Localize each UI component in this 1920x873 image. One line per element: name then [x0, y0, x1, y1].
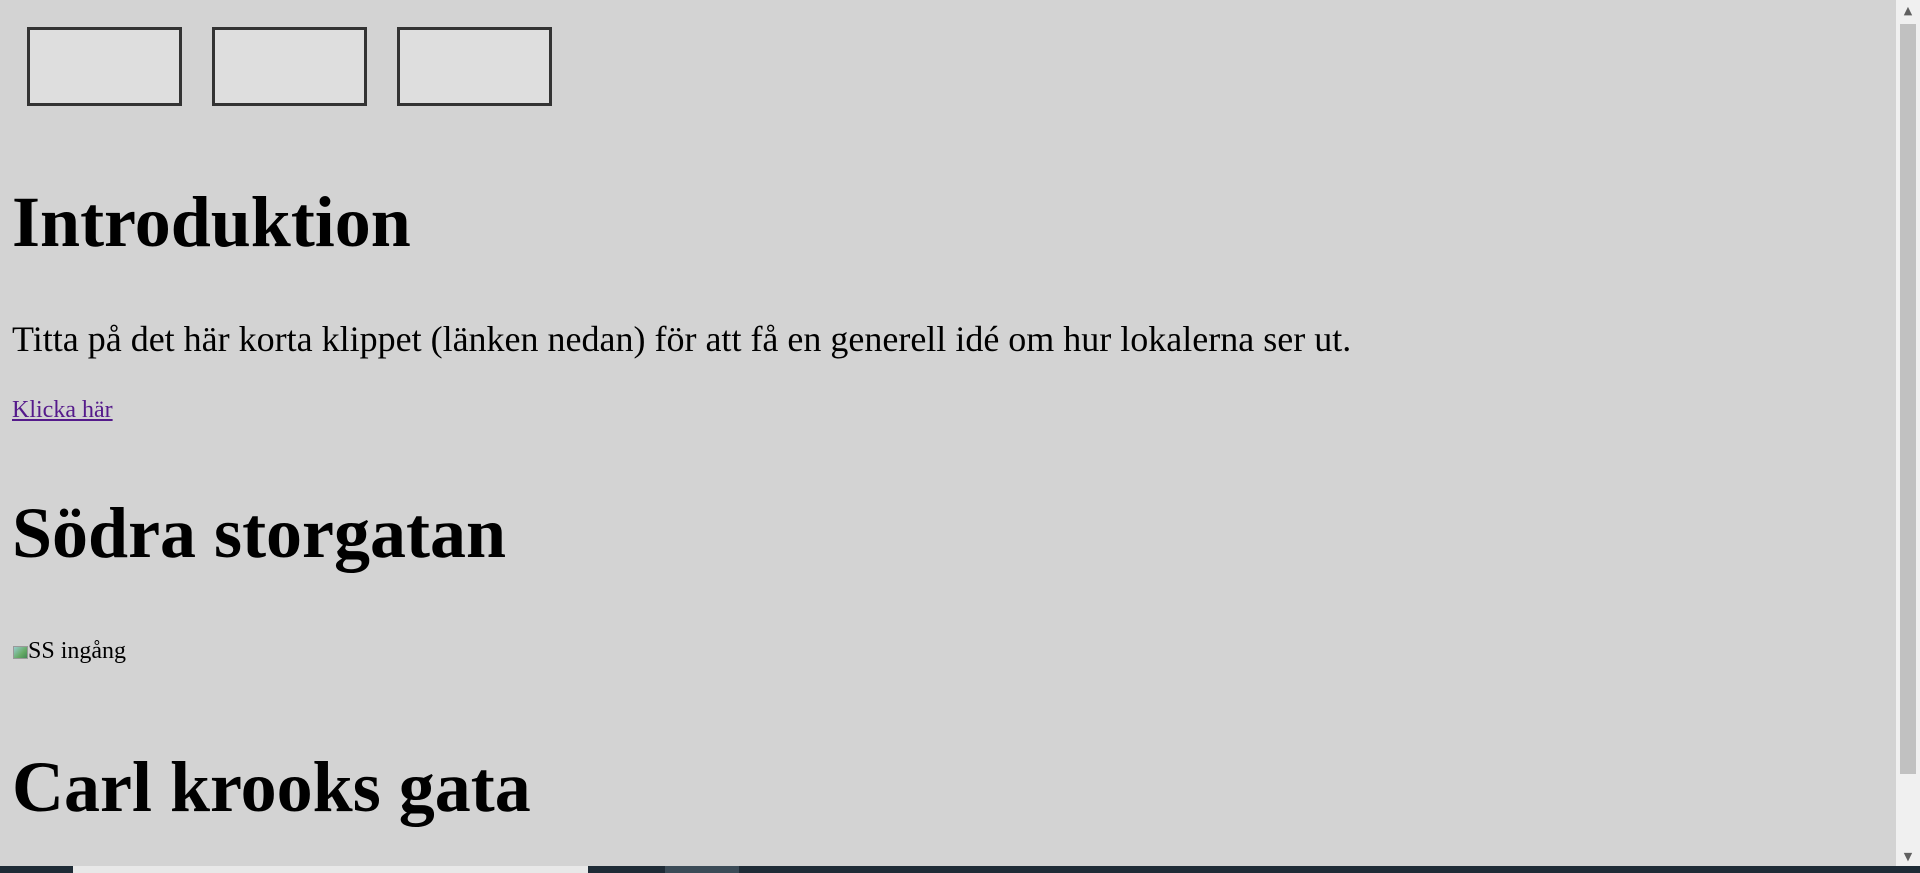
- scroll-thumb[interactable]: [1900, 24, 1916, 774]
- nav-button-3[interactable]: [397, 27, 552, 106]
- nav-button-2[interactable]: [212, 27, 367, 106]
- sodra-storgatan-heading: Södra storgatan: [12, 493, 507, 573]
- scroll-down-arrow-icon[interactable]: ▼: [1896, 846, 1920, 866]
- nav-button-1[interactable]: [27, 27, 182, 106]
- vertical-scrollbar[interactable]: ▲ ▼: [1896, 0, 1920, 866]
- intro-paragraph: Titta på det här korta klippet (länken n…: [12, 319, 1352, 359]
- top-button-row: [27, 27, 552, 106]
- broken-image-icon: [12, 644, 28, 660]
- intro-heading: Introduktion: [12, 182, 411, 262]
- ss-entrance-image-alt: SS ingång: [28, 638, 127, 664]
- taskbar-strip: [0, 866, 1920, 873]
- taskbar-search-box[interactable]: [73, 866, 588, 873]
- ss-entrance-image: SS ingång: [12, 638, 126, 665]
- video-link[interactable]: Klicka här: [12, 397, 113, 424]
- taskbar-active-app[interactable]: [665, 866, 739, 873]
- scroll-up-arrow-icon[interactable]: ▲: [1896, 0, 1920, 20]
- page-viewport: Introduktion Titta på det här korta klip…: [0, 0, 1896, 866]
- carl-krooks-gata-heading: Carl krooks gata: [12, 747, 531, 827]
